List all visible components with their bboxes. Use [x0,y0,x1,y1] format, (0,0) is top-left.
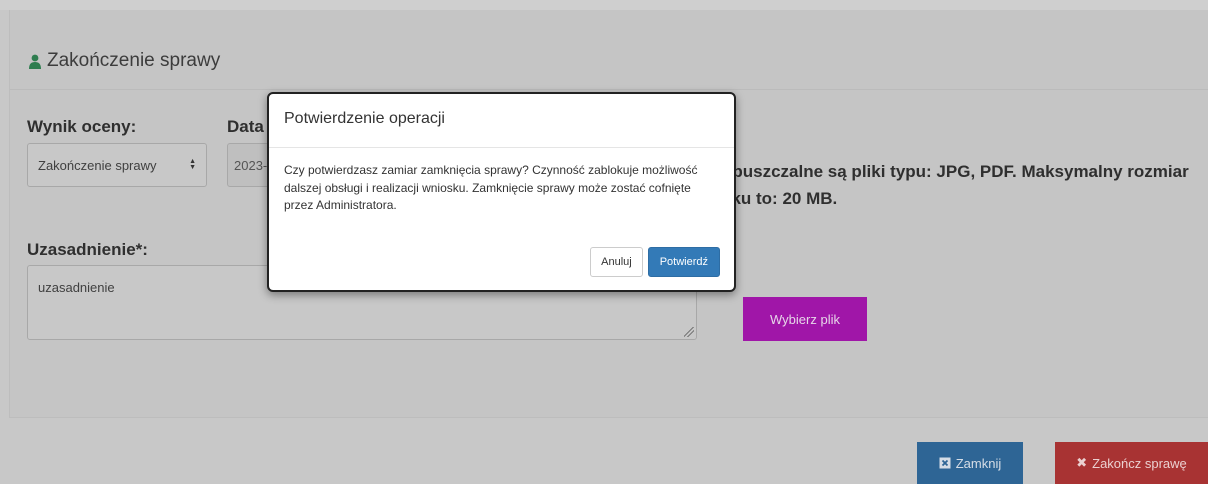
panel-title: Zakończenie sprawy [29,50,220,72]
resize-grip-icon[interactable] [684,327,694,337]
user-icon [29,54,41,69]
times-icon: ✖ [1076,455,1088,470]
modal-message: Czy potwierdzasz zamiar zamknięcia spraw… [284,163,698,212]
sort-icon: ▲ ▼ [189,158,196,171]
result-select-value: Zakończenie sprawy [38,157,157,173]
close-button-label: Zamknij [955,455,1002,471]
result-label: Wynik oceny: [27,117,137,136]
justification-label: Uzasadnienie*: [27,240,148,259]
modal-body: Czy potwierdzasz zamiar zamknięcia spraw… [269,148,734,240]
choose-file-button[interactable]: Wybierz plik [743,297,867,341]
panel-title-text: Zakończenie sprawy [47,50,221,71]
date-label: Data [227,117,264,136]
finish-case-button-label: Zakończ sprawę [1092,455,1187,471]
justification-text: uzasadnienie [38,280,115,295]
finish-case-button[interactable]: ✖ Zakończ sprawę [1055,442,1208,484]
confirmation-modal: Potwierdzenie operacji Czy potwierdzasz … [267,92,736,292]
modal-footer: Anuluj Potwierdź [590,247,720,277]
close-button[interactable]: Zamknij [917,442,1023,484]
modal-header: Potwierdzenie operacji [269,94,734,148]
page-top-strip [0,0,1208,10]
confirm-button[interactable]: Potwierdź [647,247,720,277]
panel-heading: Zakończenie sprawy [10,10,1208,90]
result-select[interactable]: Zakończenie sprawy ▲ ▼ [27,143,207,187]
file-info-text: opuszczalne są pliki typu: JPG, PDF. Mak… [722,162,1189,208]
close-square-icon [939,457,951,469]
date-input-value: 2023- [234,157,268,173]
modal-title: Potwierdzenie operacji [284,110,445,127]
cancel-button[interactable]: Anuluj [590,247,643,277]
